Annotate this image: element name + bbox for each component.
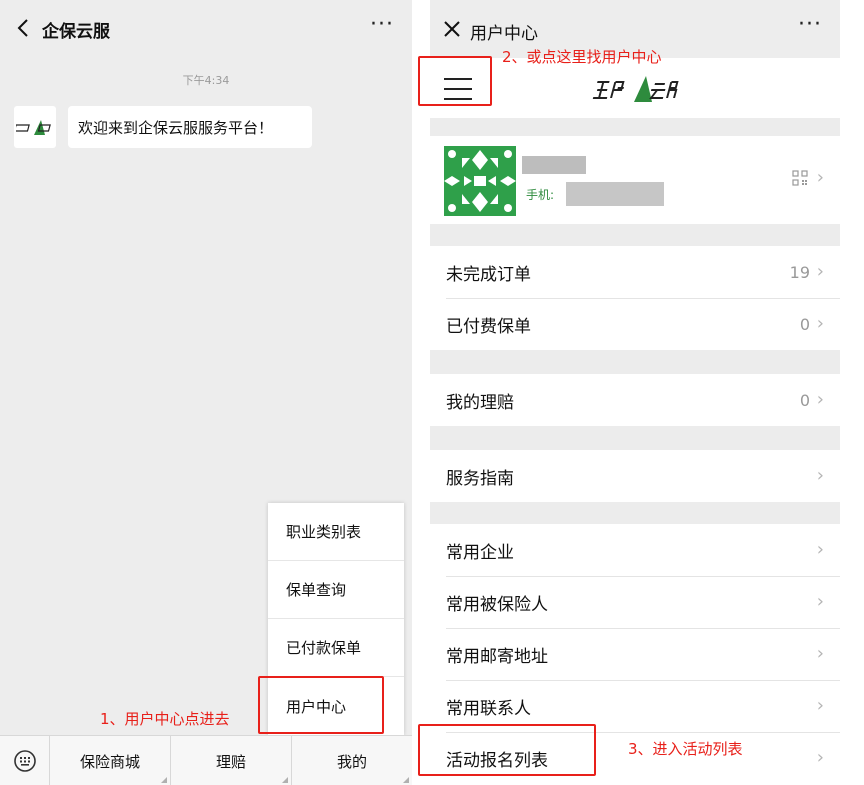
qr-code-icon[interactable] [792,170,808,186]
user-profile-card[interactable]: 手机: › [430,136,840,224]
chat-title: 企保云服 [42,22,110,42]
guide-group: 服务指南 › [430,450,840,502]
close-icon[interactable] [442,19,462,39]
menu-item-occupation-list[interactable]: 职业类别表 [268,503,404,561]
tab-mine[interactable]: 我的 [292,736,412,785]
row-frequent-addresses[interactable]: 常用邮寄地址 › [430,628,840,680]
row-label: 常用联系人 [446,698,531,719]
message-bubble: 欢迎来到企保云服服务平台！ [68,106,312,148]
phone-label: 手机: [526,188,555,202]
count-badge: 19 [789,262,810,282]
keyboard-icon [13,750,36,772]
brand-logo-icon [592,76,679,102]
avatar [444,146,516,216]
row-label: 未完成订单 [446,264,531,285]
tab-label: 我的 [336,752,367,771]
count-badge: 0 [799,390,810,410]
brand-logo-icon [16,120,51,135]
row-frequent-companies[interactable]: 常用企业 › [430,524,840,576]
submenu-indicator-icon [161,777,167,783]
submenu-indicator-icon [282,777,288,783]
row-unfinished-orders[interactable]: 未完成订单 19 › [430,246,840,298]
avatar[interactable] [14,106,56,148]
chat-header: 企保云服 ··· [0,0,412,58]
tab-label: 保险商城 [79,752,140,771]
back-icon[interactable] [12,16,36,40]
tab-label: 理赔 [215,752,246,771]
highlight-user-center [258,676,384,734]
row-label: 常用企业 [446,542,514,563]
chevron-right-icon: › [816,643,824,664]
chevron-right-icon: › [816,313,824,334]
annotation-step2: 2、或点这里找用户中心 [502,48,662,66]
highlight-activity-list [418,724,596,776]
chevron-right-icon: › [816,695,824,716]
menu-tabbar: 保险商城 理赔 我的 [0,735,412,785]
chevron-right-icon: › [816,465,824,486]
highlight-hamburger [418,56,492,106]
chevron-right-icon: › [816,539,824,560]
row-label: 服务指南 [446,468,514,489]
chat-panel: 企保云服 ··· 下午4:34 欢迎来到企保云服服务平台！ 职业类别表 保单查询… [0,0,412,785]
row-label: 常用邮寄地址 [446,646,548,667]
chevron-right-icon: › [816,389,824,410]
count-badge: 0 [799,314,810,334]
annotation-step1: 1、用户中心点进去 [100,710,230,728]
user-center-panel: 用户中心 ··· 手机: › 未完成订单 19 › 已付费保单 0 › 我的理赔… [430,0,840,785]
row-my-claims[interactable]: 我的理赔 0 › [430,374,840,426]
more-icon[interactable]: ··· [370,12,394,37]
page-title: 用户中心 [470,24,538,44]
tab-insurance-mall[interactable]: 保险商城 [50,736,171,785]
chevron-right-icon: › [816,167,824,188]
claims-group: 我的理赔 0 › [430,374,840,426]
tab-claims[interactable]: 理赔 [171,736,292,785]
annotation-step3: 3、进入活动列表 [628,740,743,758]
more-icon[interactable]: ··· [798,12,822,37]
message-timestamp: 下午4:34 [182,74,230,87]
submenu-indicator-icon [403,777,409,783]
user-name-redacted [522,156,586,174]
row-label: 常用被保险人 [446,594,548,615]
phone-number-redacted [566,182,664,206]
row-service-guide[interactable]: 服务指南 › [430,450,840,502]
menu-item-paid-policies[interactable]: 已付款保单 [268,619,404,677]
chevron-right-icon: › [816,747,824,768]
chevron-right-icon: › [816,591,824,612]
row-frequent-insured[interactable]: 常用被保险人 › [430,576,840,628]
row-label: 已付费保单 [446,316,531,337]
orders-group: 未完成订单 19 › 已付费保单 0 › [430,246,840,350]
menu-item-policy-query[interactable]: 保单查询 [268,561,404,619]
keyboard-toggle-button[interactable] [0,736,50,785]
chevron-right-icon: › [816,261,824,282]
row-label: 我的理赔 [446,392,514,413]
row-paid-policies[interactable]: 已付费保单 0 › [430,298,840,350]
